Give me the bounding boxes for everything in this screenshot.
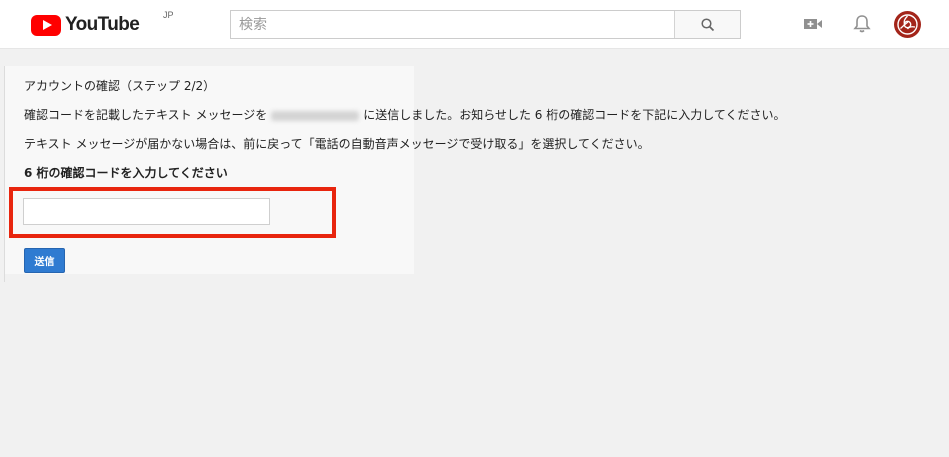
- notification-bell-icon[interactable]: [850, 12, 874, 36]
- youtube-logo[interactable]: YouTube JP: [31, 10, 174, 37]
- search-input[interactable]: [231, 11, 674, 38]
- code-field-label: 6 桁の確認コードを入力してください: [24, 166, 228, 180]
- fallback-instructions: テキスト メッセージが届かない場合は、前に戻って「電話の自動音声メッセージで受け…: [24, 137, 650, 151]
- sent-message-suffix: に送信しました。お知らせした 6 桁の確認コードを下記に入力してください。: [363, 108, 786, 122]
- redacted-phone-number: [271, 110, 360, 121]
- logo-region-label: JP: [163, 10, 174, 20]
- search-icon: [700, 17, 714, 31]
- account-avatar-icon[interactable]: [894, 11, 921, 38]
- logo-text: YouTube: [65, 14, 140, 35]
- submit-button[interactable]: 送信: [24, 248, 65, 273]
- sent-message: 確認コードを記載したテキスト メッセージを に送信しました。お知らせした 6 桁の…: [24, 107, 786, 123]
- top-header: YouTube JP: [0, 0, 949, 49]
- search-bar: [230, 10, 741, 39]
- youtube-play-icon: [31, 14, 61, 36]
- page-title: アカウントの確認（ステップ 2/2）: [24, 79, 216, 93]
- sent-message-prefix: 確認コードを記載したテキスト メッセージを: [24, 108, 268, 122]
- upload-video-icon[interactable]: [801, 12, 825, 36]
- search-button[interactable]: [674, 11, 740, 38]
- verification-code-input[interactable]: [23, 198, 270, 225]
